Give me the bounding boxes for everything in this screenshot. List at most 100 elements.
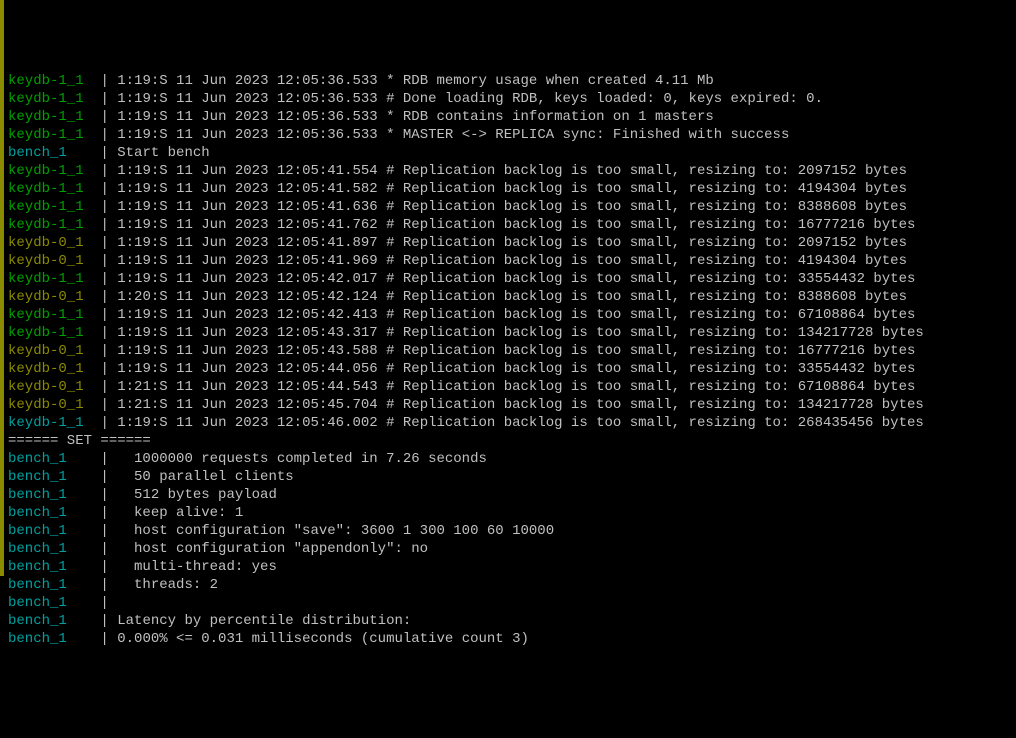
log-source: keydb-1_1 bbox=[8, 414, 84, 432]
log-pad bbox=[67, 468, 101, 486]
log-separator: | bbox=[100, 558, 134, 576]
log-message: 1:19:S 11 Jun 2023 12:05:42.413 # Replic… bbox=[117, 306, 915, 324]
terminal-output: keydb-1_1 | 1:19:S 11 Jun 2023 12:05:36.… bbox=[8, 72, 1016, 648]
log-source: keydb-1_1 bbox=[8, 90, 84, 108]
log-message: 1:19:S 11 Jun 2023 12:05:46.002 # Replic… bbox=[117, 414, 924, 432]
log-pad bbox=[67, 576, 101, 594]
log-pad bbox=[67, 504, 101, 522]
log-source: bench_1 bbox=[8, 558, 67, 576]
log-message: keep alive: 1 bbox=[134, 504, 243, 522]
log-line: keydb-0_1 | 1:19:S 11 Jun 2023 12:05:41.… bbox=[8, 234, 1016, 252]
log-pad bbox=[84, 342, 101, 360]
log-line: keydb-0_1 | 1:19:S 11 Jun 2023 12:05:44.… bbox=[8, 360, 1016, 378]
log-separator: | bbox=[100, 396, 117, 414]
log-header: ====== SET ====== bbox=[8, 432, 151, 450]
log-line: keydb-1_1 | 1:19:S 11 Jun 2023 12:05:41.… bbox=[8, 180, 1016, 198]
log-line: keydb-1_1 | 1:19:S 11 Jun 2023 12:05:36.… bbox=[8, 108, 1016, 126]
log-message: 1:19:S 11 Jun 2023 12:05:41.762 # Replic… bbox=[117, 216, 915, 234]
log-message: 1:19:S 11 Jun 2023 12:05:43.317 # Replic… bbox=[117, 324, 924, 342]
log-line: bench_1 | 50 parallel clients bbox=[8, 468, 1016, 486]
log-pad bbox=[84, 306, 101, 324]
log-pad bbox=[67, 540, 101, 558]
log-message: host configuration "appendonly": no bbox=[134, 540, 428, 558]
log-separator: | bbox=[100, 522, 134, 540]
log-line: keydb-1_1 | 1:19:S 11 Jun 2023 12:05:36.… bbox=[8, 90, 1016, 108]
log-separator: | bbox=[100, 108, 117, 126]
log-message: 1:19:S 11 Jun 2023 12:05:36.533 * RDB co… bbox=[117, 108, 714, 126]
log-line: keydb-0_1 | 1:21:S 11 Jun 2023 12:05:44.… bbox=[8, 378, 1016, 396]
log-message: 1:19:S 11 Jun 2023 12:05:36.533 * RDB me… bbox=[117, 72, 714, 90]
log-source: bench_1 bbox=[8, 594, 67, 612]
log-line: keydb-1_1 | 1:19:S 11 Jun 2023 12:05:36.… bbox=[8, 72, 1016, 90]
log-source: bench_1 bbox=[8, 504, 67, 522]
log-source: keydb-0_1 bbox=[8, 378, 84, 396]
log-pad bbox=[67, 558, 101, 576]
log-pad bbox=[84, 270, 101, 288]
log-separator: | bbox=[100, 360, 117, 378]
log-source: keydb-1_1 bbox=[8, 162, 84, 180]
log-source: keydb-1_1 bbox=[8, 324, 84, 342]
log-source: bench_1 bbox=[8, 540, 67, 558]
log-separator: | bbox=[100, 234, 117, 252]
log-source: bench_1 bbox=[8, 630, 67, 648]
log-pad bbox=[84, 378, 101, 396]
log-line: keydb-1_1 | 1:19:S 11 Jun 2023 12:05:36.… bbox=[8, 126, 1016, 144]
log-separator: | bbox=[100, 324, 117, 342]
log-source: keydb-1_1 bbox=[8, 270, 84, 288]
log-line: bench_1 | keep alive: 1 bbox=[8, 504, 1016, 522]
log-pad bbox=[84, 198, 101, 216]
log-pad bbox=[84, 90, 101, 108]
log-line: keydb-1_1 | 1:19:S 11 Jun 2023 12:05:41.… bbox=[8, 216, 1016, 234]
log-separator: | bbox=[100, 216, 117, 234]
log-pad bbox=[67, 486, 101, 504]
log-message: 1:19:S 11 Jun 2023 12:05:41.897 # Replic… bbox=[117, 234, 907, 252]
log-line: keydb-1_1 | 1:19:S 11 Jun 2023 12:05:41.… bbox=[8, 162, 1016, 180]
log-separator: | bbox=[100, 342, 117, 360]
log-source: bench_1 bbox=[8, 576, 67, 594]
log-separator: | bbox=[100, 198, 117, 216]
log-source: keydb-1_1 bbox=[8, 108, 84, 126]
log-source: bench_1 bbox=[8, 468, 67, 486]
log-line: bench_1 | Start bench bbox=[8, 144, 1016, 162]
log-message: multi-thread: yes bbox=[134, 558, 277, 576]
log-source: bench_1 bbox=[8, 486, 67, 504]
log-separator: | bbox=[100, 468, 134, 486]
log-line: keydb-0_1 | 1:21:S 11 Jun 2023 12:05:45.… bbox=[8, 396, 1016, 414]
log-message: threads: 2 bbox=[134, 576, 218, 594]
log-separator: | bbox=[100, 612, 117, 630]
log-line: bench_1 | 0.000% <= 0.031 milliseconds (… bbox=[8, 630, 1016, 648]
log-separator: | bbox=[100, 72, 117, 90]
log-line: bench_1 | bbox=[8, 594, 1016, 612]
log-message: Latency by percentile distribution: bbox=[117, 612, 411, 630]
log-line: keydb-1_1 | 1:19:S 11 Jun 2023 12:05:41.… bbox=[8, 198, 1016, 216]
log-message: 1000000 requests completed in 7.26 secon… bbox=[134, 450, 487, 468]
log-message: 1:19:S 11 Jun 2023 12:05:42.017 # Replic… bbox=[117, 270, 915, 288]
log-line: bench_1 | threads: 2 bbox=[8, 576, 1016, 594]
log-message: 1:21:S 11 Jun 2023 12:05:45.704 # Replic… bbox=[117, 396, 924, 414]
log-separator: | bbox=[100, 630, 117, 648]
log-pad bbox=[84, 126, 101, 144]
log-source: keydb-0_1 bbox=[8, 288, 84, 306]
log-pad bbox=[84, 396, 101, 414]
log-message: 0.000% <= 0.031 milliseconds (cumulative… bbox=[117, 630, 529, 648]
log-source: keydb-1_1 bbox=[8, 126, 84, 144]
log-separator: | bbox=[100, 450, 134, 468]
log-separator: | bbox=[100, 540, 134, 558]
log-message: host configuration "save": 3600 1 300 10… bbox=[134, 522, 554, 540]
log-message: 1:19:S 11 Jun 2023 12:05:36.533 # Done l… bbox=[117, 90, 823, 108]
log-separator: | bbox=[100, 306, 117, 324]
log-pad bbox=[84, 234, 101, 252]
log-line: keydb-1_1 | 1:19:S 11 Jun 2023 12:05:42.… bbox=[8, 306, 1016, 324]
log-message: 1:20:S 11 Jun 2023 12:05:42.124 # Replic… bbox=[117, 288, 907, 306]
log-pad bbox=[67, 630, 101, 648]
log-pad bbox=[84, 360, 101, 378]
log-source: bench_1 bbox=[8, 144, 67, 162]
log-separator: | bbox=[100, 180, 117, 198]
log-source: keydb-1_1 bbox=[8, 216, 84, 234]
log-line: keydb-0_1 | 1:19:S 11 Jun 2023 12:05:41.… bbox=[8, 252, 1016, 270]
log-pad bbox=[84, 252, 101, 270]
log-separator: | bbox=[100, 288, 117, 306]
log-pad bbox=[67, 144, 101, 162]
log-pad bbox=[84, 180, 101, 198]
log-line: bench_1 | 512 bytes payload bbox=[8, 486, 1016, 504]
